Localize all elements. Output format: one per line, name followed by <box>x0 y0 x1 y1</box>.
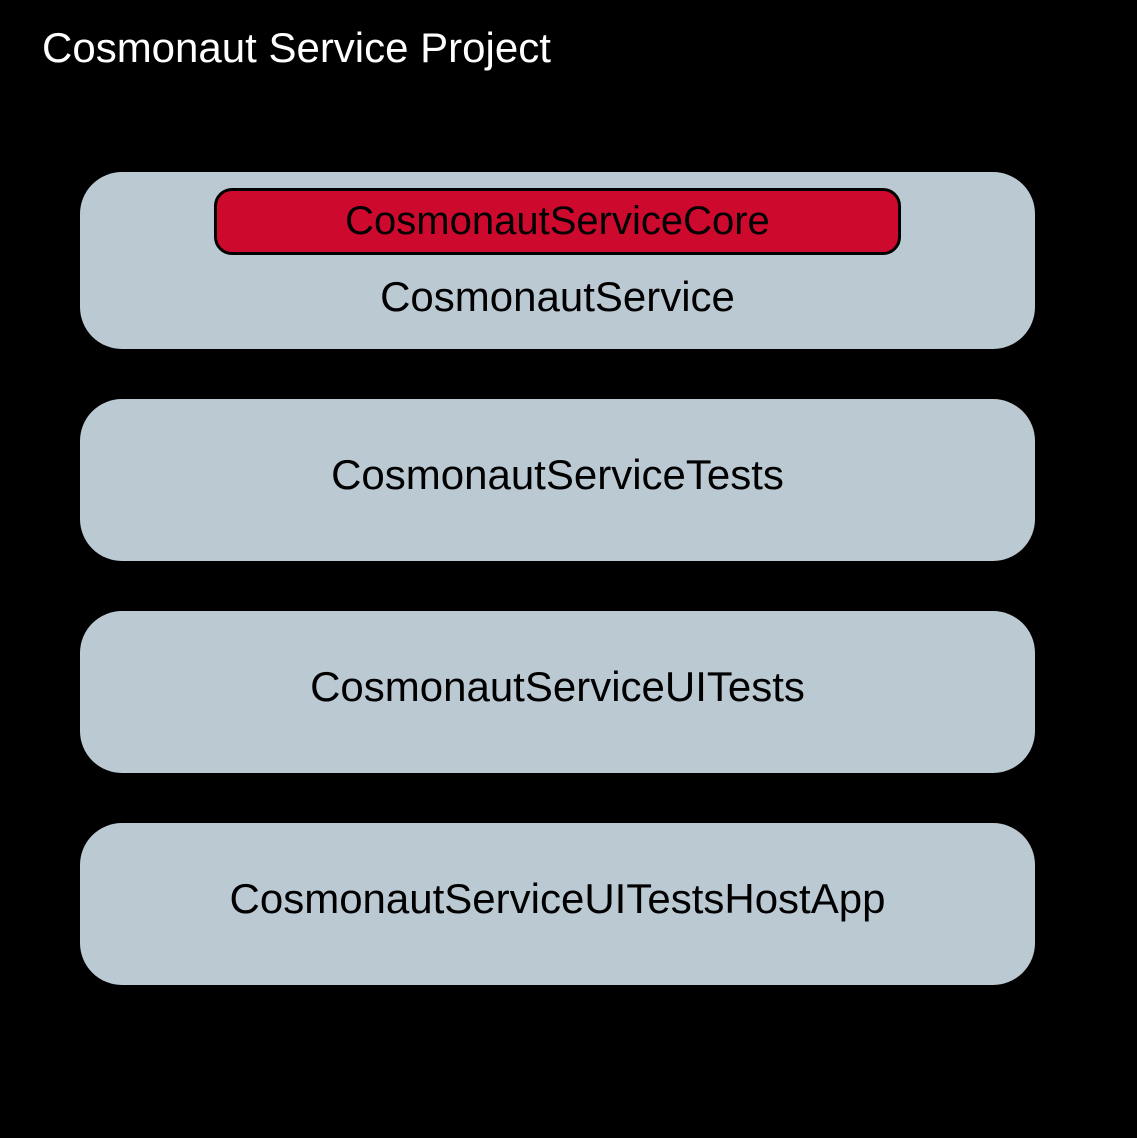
module-label-uitests: CosmonautServiceUITests <box>310 663 805 711</box>
module-box-tests: CosmonautServiceTests <box>78 397 1037 563</box>
module-box-service: CosmonautServiceCore CosmonautService <box>78 170 1037 351</box>
module-label-uitests-hostapp: CosmonautServiceUITestsHostApp <box>230 875 886 923</box>
diagram-title: Cosmonaut Service Project <box>42 24 551 72</box>
module-label-tests: CosmonautServiceTests <box>331 451 784 499</box>
core-badge: CosmonautServiceCore <box>214 188 900 255</box>
module-box-uitests-hostapp: CosmonautServiceUITestsHostApp <box>78 821 1037 987</box>
modules-container: CosmonautServiceCore CosmonautService Co… <box>78 170 1037 987</box>
core-badge-label: CosmonautServiceCore <box>345 199 770 243</box>
module-label-service: CosmonautService <box>380 273 735 321</box>
module-box-uitests: CosmonautServiceUITests <box>78 609 1037 775</box>
